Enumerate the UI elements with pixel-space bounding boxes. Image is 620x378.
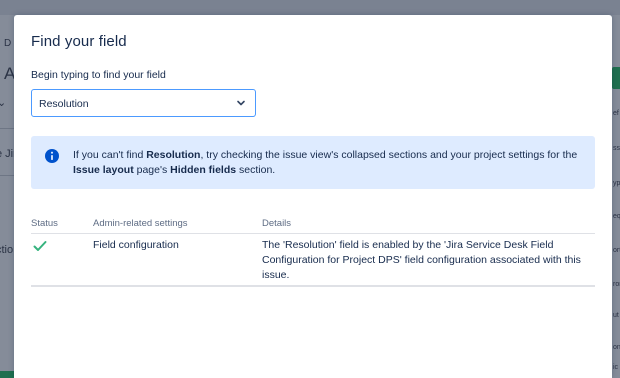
column-header-status: Status — [31, 218, 58, 229]
background-text: ons — [613, 344, 620, 351]
info-text-part: , try checking the issue view's collapse… — [200, 149, 578, 161]
info-text-part: page's — [133, 164, 171, 176]
background-text: ssi — [613, 145, 620, 152]
background-green-button — [612, 67, 620, 89]
info-message-text: If you can't find Resolution, try checki… — [73, 148, 583, 178]
info-field-name: Resolution — [146, 149, 201, 161]
field-search-label: Begin typing to find your field — [31, 69, 166, 81]
background-text: D — [4, 38, 12, 49]
field-select[interactable]: Resolution — [31, 89, 256, 117]
field-select-value: Resolution — [39, 98, 89, 110]
background-text: ef — [613, 110, 619, 117]
background-text: ic — [613, 364, 619, 371]
background-text: ort — [613, 247, 620, 254]
table-row: Field configuration The 'Resolution' fie… — [31, 234, 595, 287]
info-message: If you can't find Resolution, try checki… — [31, 136, 595, 189]
setting-details: The 'Resolution' field is enabled by the… — [262, 239, 581, 281]
info-text-part: If you can't find — [73, 149, 147, 161]
background-text: ype — [613, 180, 620, 187]
background-text: ror — [613, 281, 620, 288]
background-text: eq — [613, 213, 620, 220]
background-text: ctio — [0, 244, 14, 256]
modal-title: Find your field — [31, 33, 127, 50]
column-header-admin-settings: Admin-related settings — [93, 218, 188, 229]
info-icon — [45, 149, 59, 163]
info-hidden-fields-name: Hidden fields — [170, 164, 237, 176]
find-field-modal: Find your field Begin typing to find you… — [14, 15, 612, 378]
background-divider — [0, 128, 14, 129]
setting-name: Field configuration — [93, 239, 179, 251]
field-settings-table: Status Admin-related settings Details Fi… — [31, 218, 595, 287]
info-text-part: section. — [236, 164, 276, 176]
table-header: Status Admin-related settings Details — [31, 218, 595, 234]
background-divider — [0, 175, 14, 176]
checkmark-icon — [33, 241, 47, 251]
background-topbar — [0, 0, 620, 15]
background-text: ut — [613, 312, 619, 319]
background-green-strip — [0, 371, 14, 378]
info-layout-name: Issue layout — [73, 164, 134, 176]
chevron-down-icon — [237, 100, 245, 106]
column-header-details: Details — [262, 218, 292, 229]
chevron-down-icon: ⌄ — [0, 97, 7, 109]
